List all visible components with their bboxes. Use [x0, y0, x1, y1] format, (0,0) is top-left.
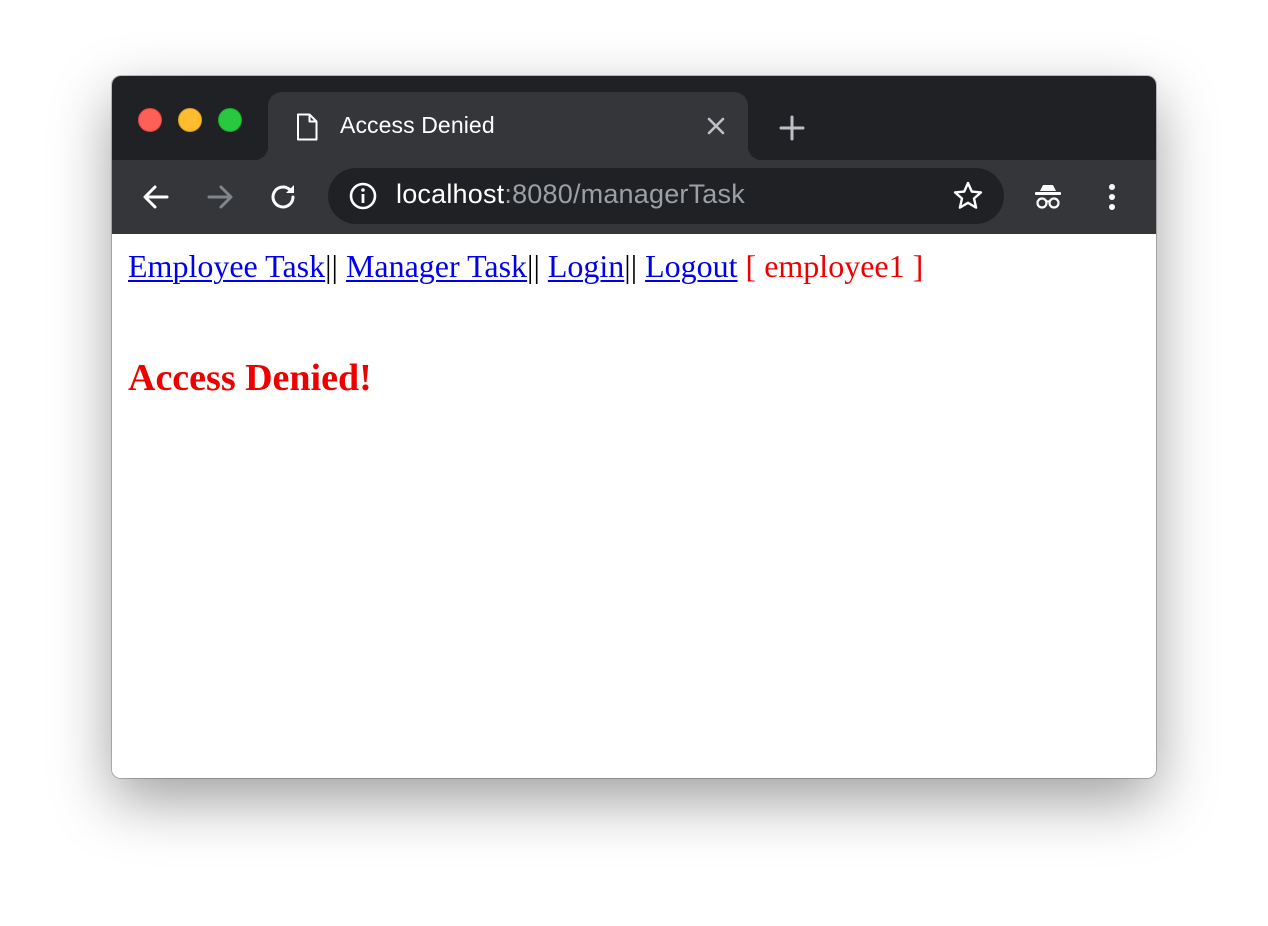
employee-task-link[interactable]: Employee Task — [128, 248, 325, 284]
title-bar: Access Denied — [112, 76, 1156, 160]
page-nav: Employee Task|| Manager Task|| Login|| L… — [128, 248, 923, 285]
page-content: Employee Task|| Manager Task|| Login|| L… — [112, 234, 1156, 778]
nav-separator: || — [624, 248, 638, 284]
close-icon[interactable] — [704, 114, 728, 138]
minimize-window-button[interactable] — [178, 108, 202, 132]
incognito-icon[interactable] — [1032, 181, 1064, 213]
browser-window: Access Denied localhost:8080/managerTask… — [112, 76, 1156, 778]
tab-title: Access Denied — [340, 112, 495, 138]
info-icon[interactable] — [348, 181, 378, 211]
maximize-window-button[interactable] — [218, 108, 242, 132]
url-path: :8080/managerTask — [504, 179, 745, 209]
address-bar[interactable]: localhost:8080/managerTask — [328, 168, 1004, 224]
login-link[interactable]: Login — [548, 248, 624, 284]
star-icon[interactable] — [952, 180, 984, 212]
manager-task-link[interactable]: Manager Task — [346, 248, 527, 284]
plus-icon[interactable] — [778, 114, 806, 142]
logout-link[interactable]: Logout — [645, 248, 737, 284]
browser-tab[interactable]: Access Denied — [254, 92, 762, 160]
page-icon — [297, 113, 318, 141]
nav-separator: || — [527, 248, 540, 284]
browser-toolbar: localhost:8080/managerTask — [112, 160, 1156, 234]
arrow-left-icon[interactable] — [140, 181, 172, 213]
kebab-menu-icon[interactable] — [1096, 181, 1128, 213]
url-text[interactable]: localhost:8080/managerTask — [396, 179, 745, 210]
url-host: localhost — [396, 179, 505, 209]
arrow-right-icon[interactable] — [204, 181, 236, 213]
reload-icon[interactable] — [268, 181, 300, 213]
current-user: [ employee1 ] — [745, 248, 924, 284]
access-denied-message: Access Denied! — [128, 357, 372, 399]
nav-separator: || — [325, 248, 338, 284]
close-window-button[interactable] — [138, 108, 162, 132]
